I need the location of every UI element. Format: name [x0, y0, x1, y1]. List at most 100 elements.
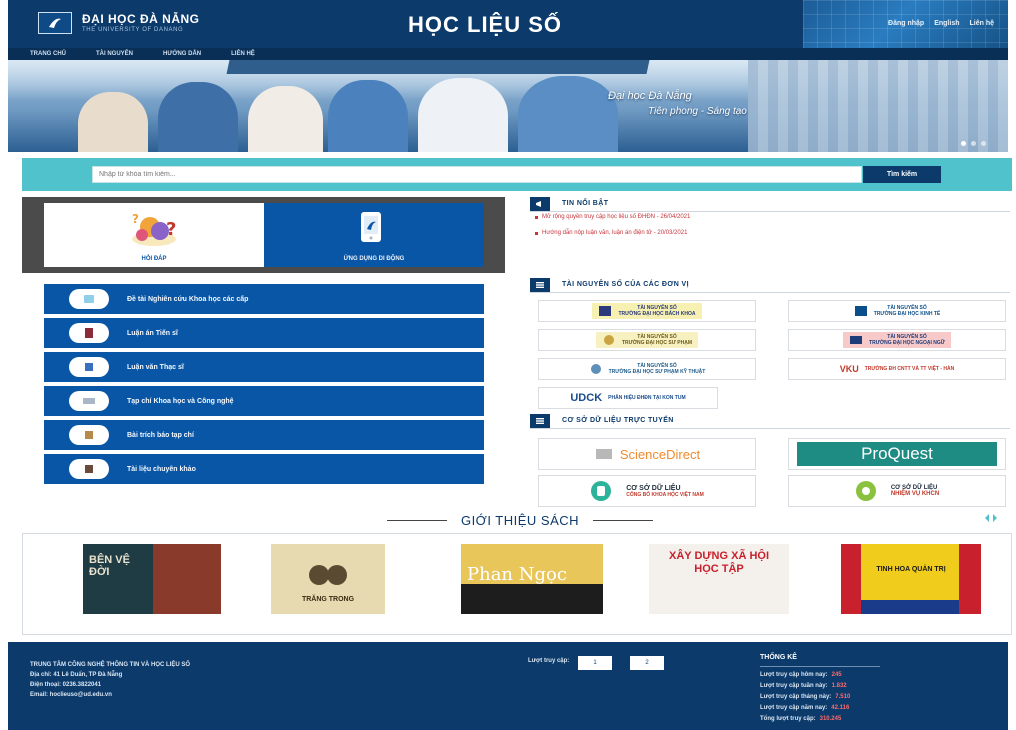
building-image — [748, 60, 1008, 152]
unit-link-udck[interactable]: UDCK PHÂN HIỆU ĐHĐN TẠI KON TUM — [538, 387, 718, 409]
journal-icon — [69, 391, 109, 411]
books-title: GIỚI THIỆU SÁCH — [460, 512, 580, 528]
student-figure — [518, 76, 618, 152]
university-logo[interactable]: ĐẠI HỌC ĐÀ NẴNG THE UNIVERSITY OF DANANG — [38, 12, 200, 34]
nav-item-guide[interactable]: Hướng dẫn — [163, 51, 201, 57]
category-label: Tạp chí Khoa học và Công nghệ — [127, 397, 234, 405]
thesis-icon — [69, 357, 109, 377]
logo-subtitle: THE UNIVERSITY OF DANANG — [82, 27, 184, 33]
mobile-app-card[interactable]: ỨNG DỤNG DI ĐỘNG — [264, 203, 484, 267]
visits-label: Lượt truy cập: — [528, 658, 570, 664]
database-khcn-tasks[interactable]: CƠ SỞ DỮ LIỆU NHIỆM VỤ KHCN — [788, 475, 1006, 507]
databases-title: CƠ SỞ DỮ LIỆU TRỰC TUYẾN — [562, 417, 674, 424]
stat-row: Lượt truy cập tuần này: 1.832 — [760, 683, 847, 689]
unit-link-kinhte[interactable]: TÀI NGUYÊN SỐ TRƯỜNG ĐẠI HỌC KINH TẾ — [788, 300, 1006, 322]
book-cover[interactable]: BÊN VỆ ĐỜI — [83, 544, 221, 614]
book-cover[interactable]: Phan Ngọc — [461, 544, 603, 614]
qa-card[interactable]: ? ? HỎI ĐÁP — [44, 203, 264, 267]
bullet-icon — [535, 231, 538, 235]
database-line1: CƠ SỞ DỮ LIỆU — [626, 484, 681, 492]
book-cover[interactable]: XÂY DỰNG XÃ HỘI HỌC TẬP — [649, 544, 789, 614]
news-item-text: Mở rộng quyền truy cập học liệu số ĐHĐN … — [542, 214, 691, 220]
news-item[interactable]: Mở rộng quyền truy cập học liệu số ĐHĐN … — [535, 214, 690, 220]
category-item-doctoral[interactable]: Luận án Tiến sĩ — [44, 318, 484, 350]
footer-address: Địa chỉ: 41 Lê Duẩn, TP Đà Nẵng — [30, 672, 123, 678]
unit-line2: TRƯỜNG ĐH CNTT VÀ TT VIỆT - HÀN — [864, 366, 955, 372]
carousel-toggle-icon[interactable] — [984, 512, 998, 524]
divider — [386, 519, 447, 521]
slider-dot[interactable] — [961, 141, 966, 146]
units-title: TÀI NGUYÊN SỐ CỦA CÁC ĐƠN VỊ — [562, 281, 689, 288]
stat-row: Lượt truy cập tháng này: 7.510 — [760, 694, 851, 700]
stat-row: Lượt truy cập năm nay: 42.116 — [760, 705, 850, 711]
login-link[interactable]: Đăng nhập — [888, 20, 924, 27]
book-cover[interactable]: TRĂNG TRONG — [271, 544, 385, 614]
book-icon — [69, 323, 109, 343]
nav-item-contact[interactable]: Liên hệ — [231, 51, 255, 57]
unit-logo-icon — [603, 335, 614, 345]
unit-logo-icon — [590, 364, 601, 374]
search-input[interactable] — [92, 166, 862, 183]
database-line2: NHIỆM VỤ KHCN — [890, 491, 940, 497]
unit-line1: UDCK — [570, 392, 603, 404]
unit-link-bachkhoa[interactable]: TÀI NGUYÊN SỐ TRƯỜNG ĐẠI HỌC BÁCH KHOA — [538, 300, 756, 322]
database-vn-publications[interactable]: CƠ SỞ DỮ LIỆU CÔNG BỐ KHOA HỌC VIỆT NAM — [538, 475, 756, 507]
nav-item-home[interactable]: Trang chủ — [30, 51, 66, 57]
category-item-journal[interactable]: Tạp chí Khoa học và Công nghệ — [44, 386, 484, 418]
banner-slogan-line1: Đại học Đà Nẵng — [608, 90, 692, 102]
nav-item-resources[interactable]: Tài nguyên — [96, 51, 133, 57]
book-title: TINH HOA QUẢN TRỊ — [876, 566, 946, 573]
news-section-header: TIN NỔI BẬT — [530, 196, 1010, 212]
logo-icon — [38, 12, 72, 34]
category-label: Tài liệu chuyên khảo — [127, 465, 196, 473]
database-name: ScienceDirect — [619, 446, 701, 462]
slider-dot[interactable] — [981, 141, 986, 146]
book-title: Phan Ngọc — [467, 564, 567, 585]
stats-title: THỐNG KÊ — [760, 654, 797, 661]
database-icon — [591, 481, 612, 501]
category-label: Đề tài Nghiên cứu Khoa học các cấp — [127, 295, 249, 303]
logo-title: ĐẠI HỌC ĐÀ NẴNG — [82, 12, 200, 26]
article-icon — [69, 425, 109, 445]
site-title: HỌC LIỆU SỐ — [408, 12, 563, 37]
bullet-icon — [535, 215, 538, 219]
books-section-header: GIỚI THIỆU SÁCH — [340, 512, 700, 528]
svg-text:?: ? — [166, 219, 176, 240]
category-item-research[interactable]: Đề tài Nghiên cứu Khoa học các cấp — [44, 284, 484, 316]
book-title: TRĂNG TRONG — [301, 596, 355, 603]
unit-line2: TRƯỜNG ĐẠI HỌC BÁCH KHOA — [618, 311, 696, 317]
banner-slogan-line2: Tiên phong - Sáng tạo — [648, 106, 747, 117]
news-item[interactable]: Hướng dẫn nộp luận văn, luận án điện tử … — [535, 230, 687, 236]
unit-link-spkt[interactable]: TÀI NGUYÊN SỐ TRƯỜNG ĐẠI HỌC SƯ PHẠM KỸ … — [538, 358, 756, 380]
monograph-icon — [69, 459, 109, 479]
language-link[interactable]: English — [934, 20, 959, 27]
feature-label: HỎI ĐÁP — [141, 256, 167, 262]
footer-email[interactable]: Email: hoclieuso@ud.edu.vn — [30, 690, 410, 700]
unit-logo-icon — [599, 306, 612, 316]
student-figure — [248, 86, 323, 152]
research-icon — [69, 289, 109, 309]
database-sciencedirect[interactable]: ScienceDirect — [538, 438, 756, 470]
student-figure — [78, 92, 148, 152]
category-item-monographs[interactable]: Tài liệu chuyên khảo — [44, 454, 484, 486]
unit-link-ngoaingu[interactable]: TÀI NGUYÊN SỐ TRƯỜNG ĐẠI HỌC NGOẠI NGỮ — [788, 329, 1006, 351]
book-cover[interactable]: TINH HOA QUẢN TRỊ — [841, 544, 981, 614]
feature-label: ỨNG DỤNG DI ĐỘNG — [343, 256, 405, 262]
database-proquest[interactable]: ProQuest — [788, 438, 1006, 470]
slider-dot[interactable] — [971, 141, 976, 146]
database-icon — [855, 481, 876, 501]
category-list: Đề tài Nghiên cứu Khoa học các cấp Luận … — [22, 280, 505, 494]
divider — [593, 519, 654, 521]
search-button[interactable]: Tìm kiếm — [863, 166, 941, 183]
book-title: BÊN VỆ ĐỜI — [89, 554, 130, 578]
category-item-masters[interactable]: Luận văn Thạc sĩ — [44, 352, 484, 384]
unit-link-vku[interactable]: VKU TRƯỜNG ĐH CNTT VÀ TT VIỆT - HÀN — [788, 358, 1006, 380]
question-icon: ? ? — [132, 212, 176, 246]
unit-link-supham[interactable]: TÀI NGUYÊN SỐ TRƯỜNG ĐẠI HỌC SƯ PHẠM — [538, 329, 756, 351]
book-title: XÂY DỰNG XÃ HỘI HỌC TẬP — [669, 550, 769, 575]
search-bar: Tìm kiếm — [22, 158, 1012, 191]
contact-link[interactable]: Liên hệ — [969, 20, 994, 27]
elsevier-logo-icon — [595, 449, 612, 459]
footer-org: TRUNG TÂM CÔNG NGHỆ THÔNG TIN VÀ HỌC LIỆ… — [30, 662, 190, 668]
category-item-articles[interactable]: Bài trích báo tạp chí — [44, 420, 484, 452]
